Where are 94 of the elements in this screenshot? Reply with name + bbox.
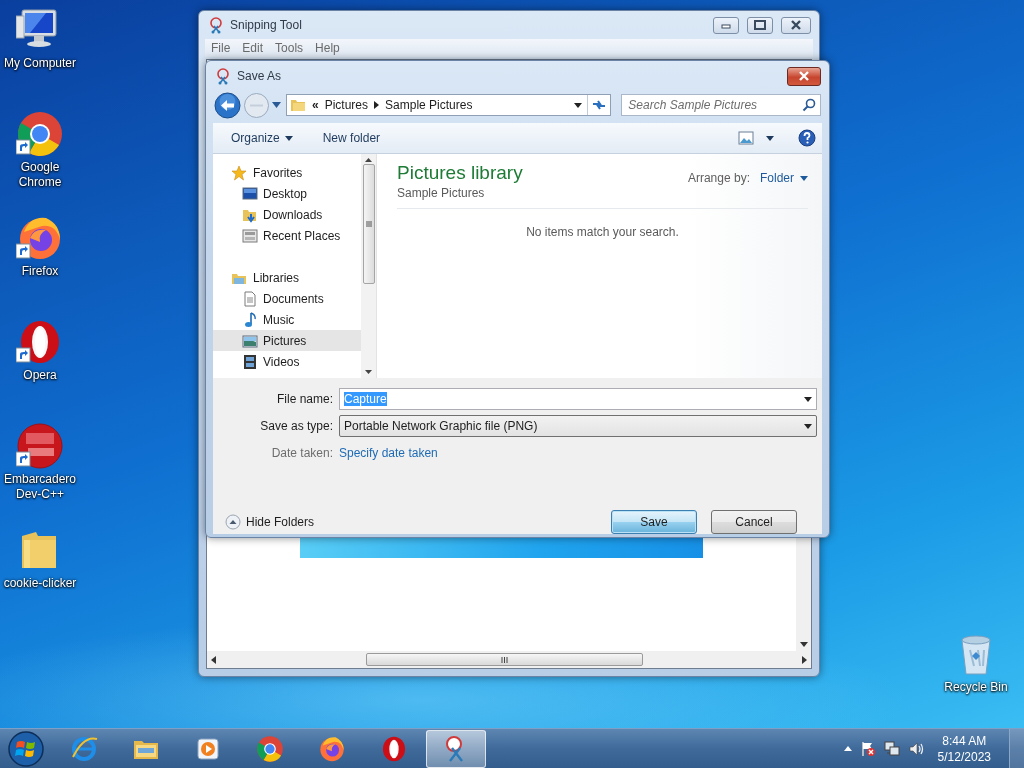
close-button[interactable] [781,16,811,34]
window-title: Snipping Tool [230,18,302,32]
empty-message: No items match your search. [525,225,680,239]
dialog-button[interactable]: Save [611,510,697,534]
app-icon[interactable] [16,422,64,470]
maximize-button[interactable] [747,16,773,34]
help-icon[interactable] [798,129,816,147]
desktop-icon-label[interactable]: Embarcadero Dev-C++ [1,472,79,502]
clock-date: 5/12/2023 [937,748,991,765]
close-button[interactable] [787,66,821,86]
scroll-right-arrow-icon[interactable] [802,655,807,664]
file-type-dropdown[interactable]: Portable Network Graphic file (PNG) [339,415,817,437]
flag-icon[interactable] [859,740,876,757]
scroll-left-arrow-icon[interactable] [211,655,216,664]
dialog-button[interactable]: Cancel [711,510,797,534]
recent-places-icon [242,227,258,244]
menu-item[interactable]: File [205,41,237,55]
grip-icon [501,656,508,663]
breadcrumb-item[interactable]: Sample Pictures [385,98,473,112]
grip-icon [365,221,372,227]
search-field[interactable]: Search Sample Pictures [621,94,821,116]
new-folder-button[interactable]: New folder [322,131,381,145]
nav-item[interactable]: Downloads [213,204,361,225]
music-note-icon [242,311,258,328]
app-icon [256,734,284,763]
film-icon [242,353,258,370]
dialog-title: Save As [237,69,282,83]
refresh-icon[interactable] [591,98,608,112]
date-taken-link[interactable]: Specify date taken [339,446,438,460]
maximize-icon[interactable] [753,19,767,31]
scrollbar-thumb[interactable] [366,653,643,666]
desktop-icon-label[interactable]: Opera [23,368,57,383]
breadcrumb-overflow[interactable]: « [312,98,319,112]
search-icon[interactable] [802,98,816,112]
nav-item[interactable]: Videos [213,351,361,372]
start-button[interactable] [6,728,46,768]
app-icon [380,734,408,763]
back-button[interactable] [214,91,241,119]
clock-time: 8:44 AM [942,732,987,749]
clock[interactable]: 8:44 AM 5/12/2023 [937,732,991,765]
collapse-icon[interactable] [225,514,241,530]
minimize-button[interactable] [713,16,739,34]
desktop-icon-label[interactable]: cookie-clicker [3,576,77,591]
app-icon[interactable] [16,110,64,158]
desktop-icon-label[interactable]: My Computer [4,56,76,71]
document-icon [242,290,258,307]
caret-icon[interactable] [800,175,808,181]
scroll-down-arrow-icon[interactable] [799,642,808,647]
caret-icon[interactable] [284,135,293,141]
chevron-icon[interactable] [374,101,380,109]
organize-menu[interactable]: Organize [231,131,280,145]
menu-item[interactable]: Help [309,41,346,55]
caret-icon[interactable] [574,102,583,108]
scroll-down-arrow-icon[interactable] [365,370,372,374]
picture-icon [242,332,258,349]
network-icon[interactable] [883,740,900,757]
library-title: Pictures library [397,162,523,184]
scrollbar-thumb[interactable] [362,164,375,284]
view-icon[interactable] [738,131,754,145]
app-icon [318,734,346,763]
desktop-icon [242,185,258,202]
browser-icon [70,734,98,763]
menu-item[interactable]: Edit [236,41,270,55]
arrange-label: Arrange by: [687,171,750,185]
star-icon [231,164,247,181]
breadcrumb-item[interactable]: Pictures [324,98,369,112]
scissors-icon [207,16,225,34]
show-hidden-icons-icon[interactable] [843,746,852,751]
field-label: Date taken: [270,446,334,460]
field-label: File name: [275,392,334,406]
folder-icon [290,97,306,113]
nav-item[interactable]: Recent Places [213,225,361,246]
speaker-icon[interactable] [907,740,924,757]
taskbar-button[interactable] [426,729,486,768]
caret-icon[interactable] [804,423,812,429]
nav-item[interactable]: Documents [213,288,361,309]
close-icon[interactable] [789,19,803,31]
address-bar[interactable]: « Pictures Sample Pictures [286,94,612,116]
nav-item[interactable]: Desktop [213,183,361,204]
desktop-icon-label[interactable]: Google Chrome [1,160,79,190]
nav-item[interactable]: Music [213,309,361,330]
hide-folders-button[interactable]: Hide Folders [246,515,315,529]
scissors-icon [214,67,232,85]
scroll-up-arrow-icon[interactable] [365,158,372,162]
caret-icon[interactable] [766,135,774,141]
caret-icon[interactable] [804,396,812,402]
menu-item[interactable]: Tools [269,41,310,55]
nav-item[interactable]: Libraries [213,267,361,288]
nav-item[interactable]: Favorites [213,162,361,183]
nav-item[interactable]: Pictures [213,330,361,351]
field-label: Save as type: [259,419,334,433]
library-subtitle: Sample Pictures [397,186,486,200]
arrange-dropdown[interactable]: Folder [760,171,794,185]
desktop-icon-label[interactable]: Firefox [21,264,59,279]
